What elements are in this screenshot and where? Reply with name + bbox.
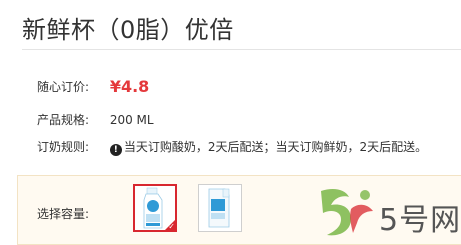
check-icon: ✓ bbox=[168, 222, 175, 231]
capacity-option[interactable] bbox=[198, 184, 242, 232]
spec-row: 产品规格: 200 ML bbox=[37, 111, 154, 128]
product-carton-image bbox=[208, 188, 230, 228]
rule-label: 订奶规则: bbox=[37, 140, 90, 154]
watermark-text: 5号网 bbox=[379, 203, 461, 238]
product-title: 新鲜杯（0脂）优倍 bbox=[22, 16, 234, 44]
title-divider bbox=[22, 49, 461, 50]
watermark-logo-icon bbox=[321, 189, 373, 236]
rule-row: 订奶规则: ! 当天订购酸奶，2天后配送；当天订购鲜奶，2天后配送。 bbox=[37, 138, 427, 156]
rule-value: 当天订购酸奶，2天后配送；当天订购鲜奶，2天后配送。 bbox=[123, 140, 428, 154]
capacity-option-selected[interactable]: ✓ bbox=[133, 184, 177, 232]
info-icon: ! bbox=[109, 144, 122, 156]
price-value: ¥4.8 bbox=[109, 77, 150, 96]
spec-value: 200 ML bbox=[109, 113, 154, 127]
site-watermark: 5号网 bbox=[315, 185, 461, 241]
capacity-label: 选择容量: bbox=[37, 207, 90, 221]
price-row: 随心订价: ¥4.8 bbox=[37, 77, 149, 96]
price-label: 随心订价: bbox=[37, 80, 90, 94]
spec-label: 产品规格: bbox=[37, 113, 90, 127]
